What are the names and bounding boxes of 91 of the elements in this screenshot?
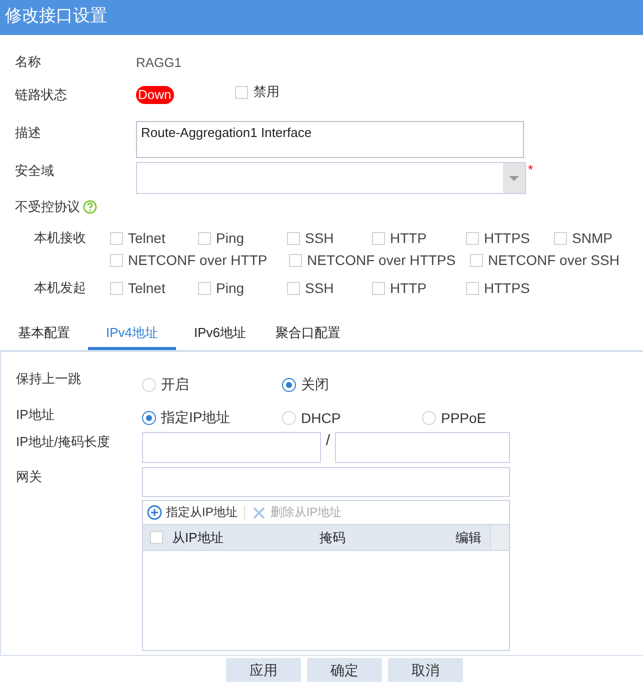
- checkbox-label: HTTPS: [484, 230, 530, 246]
- close-icon: [252, 506, 266, 520]
- field-label: 保持上一跳: [15, 370, 82, 388]
- protocol-option[interactable]: NETCONF over HTTP: [110, 252, 289, 268]
- checkbox[interactable]: [235, 86, 248, 98]
- protocol-option[interactable]: Telnet: [110, 280, 198, 296]
- checkbox[interactable]: [198, 232, 211, 244]
- tab[interactable]: 基本配置: [0, 315, 88, 350]
- mask-length-field[interactable]: [335, 432, 510, 463]
- tab[interactable]: IPv4地址: [88, 315, 176, 350]
- checkbox-label: HTTP: [390, 280, 427, 296]
- select-all-checkbox[interactable]: [150, 531, 163, 544]
- radio-option[interactable]: 关闭: [282, 376, 422, 394]
- checkbox[interactable]: [287, 282, 300, 294]
- checkbox[interactable]: [554, 232, 567, 244]
- radio-button[interactable]: [282, 378, 296, 392]
- radio-option[interactable]: 指定IP地址: [142, 409, 282, 427]
- checkbox-label: Telnet: [128, 280, 166, 296]
- protocol-option[interactable]: SSH: [287, 230, 372, 246]
- radio-label: DHCP: [301, 410, 341, 426]
- field-label: 名称: [14, 53, 42, 71]
- gateway-field[interactable]: [142, 467, 510, 497]
- protocol-option[interactable]: HTTP: [372, 280, 466, 296]
- radio-label: 指定IP地址: [161, 409, 230, 427]
- protocol-option[interactable]: NETCONF over HTTPS: [289, 252, 470, 268]
- radio-option[interactable]: DHCP: [282, 409, 422, 427]
- zone-select[interactable]: [136, 162, 526, 194]
- checkbox-label: 禁用: [253, 83, 280, 101]
- protocol-option[interactable]: HTTPS: [466, 230, 554, 246]
- checkbox-label: NETCONF over HTTPS: [307, 252, 456, 268]
- checkbox[interactable]: [372, 232, 385, 244]
- action-button[interactable]: 确定: [307, 658, 382, 682]
- protocol-option[interactable]: SSH: [287, 280, 372, 296]
- checkbox-label: SSH: [305, 280, 334, 296]
- group-label: 本机发起: [33, 279, 87, 297]
- field-label: 链路状态: [14, 86, 68, 104]
- checkbox[interactable]: [470, 254, 483, 266]
- required-mark: *: [528, 162, 534, 177]
- checkbox-label: HTTP: [390, 230, 427, 246]
- section-label: 不受控协议: [15, 198, 80, 216]
- checkbox[interactable]: [372, 282, 385, 294]
- checkbox[interactable]: [110, 282, 123, 294]
- checkbox-label: SNMP: [572, 230, 612, 246]
- ip-address-field[interactable]: [142, 432, 321, 463]
- checkbox[interactable]: [110, 254, 123, 266]
- tab[interactable]: 聚合口配置: [264, 315, 352, 350]
- radio-label: 开启: [161, 376, 189, 394]
- checkbox-label: Ping: [216, 280, 244, 296]
- protocol-option[interactable]: Ping: [198, 230, 287, 246]
- protocol-option[interactable]: HTTPS: [466, 280, 530, 296]
- checkbox[interactable]: [198, 282, 211, 294]
- help-icon[interactable]: [83, 200, 97, 214]
- column-header: 掩码: [319, 528, 346, 546]
- action-button[interactable]: 取消: [388, 658, 463, 682]
- checkbox-label: NETCONF over HTTP: [128, 252, 268, 268]
- checkbox-label: HTTPS: [484, 280, 530, 296]
- checkbox-label: Telnet: [128, 230, 166, 246]
- window-title: 修改接口设置: [4, 5, 107, 27]
- checkbox-label: SSH: [305, 230, 334, 246]
- protocol-option[interactable]: SNMP: [554, 230, 612, 246]
- field-label: IP地址/掩码长度: [15, 433, 111, 451]
- checkbox-label: Ping: [216, 230, 244, 246]
- radio-button[interactable]: [142, 411, 156, 425]
- caret-icon: [509, 176, 519, 180]
- field-label: IP地址: [15, 406, 56, 424]
- radio-option[interactable]: PPPoE: [422, 409, 562, 427]
- radio-label: PPPoE: [441, 410, 486, 426]
- protocol-option[interactable]: Ping: [198, 280, 287, 296]
- checkbox[interactable]: [466, 232, 479, 244]
- tab[interactable]: IPv6地址: [176, 315, 264, 350]
- checkbox[interactable]: [466, 282, 479, 294]
- description-field[interactable]: Route-Aggregation1 Interface: [136, 121, 524, 158]
- separator: /: [324, 432, 332, 449]
- radio-label: 关闭: [301, 376, 329, 394]
- plus-icon: [147, 505, 162, 520]
- protocol-option[interactable]: HTTP: [372, 230, 466, 246]
- field-label: 安全域: [14, 162, 55, 180]
- checkbox[interactable]: [110, 232, 123, 244]
- status-badge: Down: [136, 86, 174, 104]
- checkbox[interactable]: [289, 254, 302, 266]
- radio-option[interactable]: 开启: [142, 376, 282, 394]
- field-label: 网关: [15, 468, 43, 486]
- column-header: 从IP地址: [172, 528, 224, 546]
- column-header: 编辑: [455, 528, 482, 546]
- field-value: RAGG1: [136, 54, 182, 70]
- protocol-option[interactable]: Telnet: [110, 230, 198, 246]
- field-label: 描述: [14, 124, 42, 142]
- checkbox[interactable]: [287, 232, 300, 244]
- group-label: 本机接收: [33, 229, 87, 247]
- action-button[interactable]: 应用: [226, 658, 301, 682]
- add-button[interactable]: 指定从IP地址: [147, 504, 238, 521]
